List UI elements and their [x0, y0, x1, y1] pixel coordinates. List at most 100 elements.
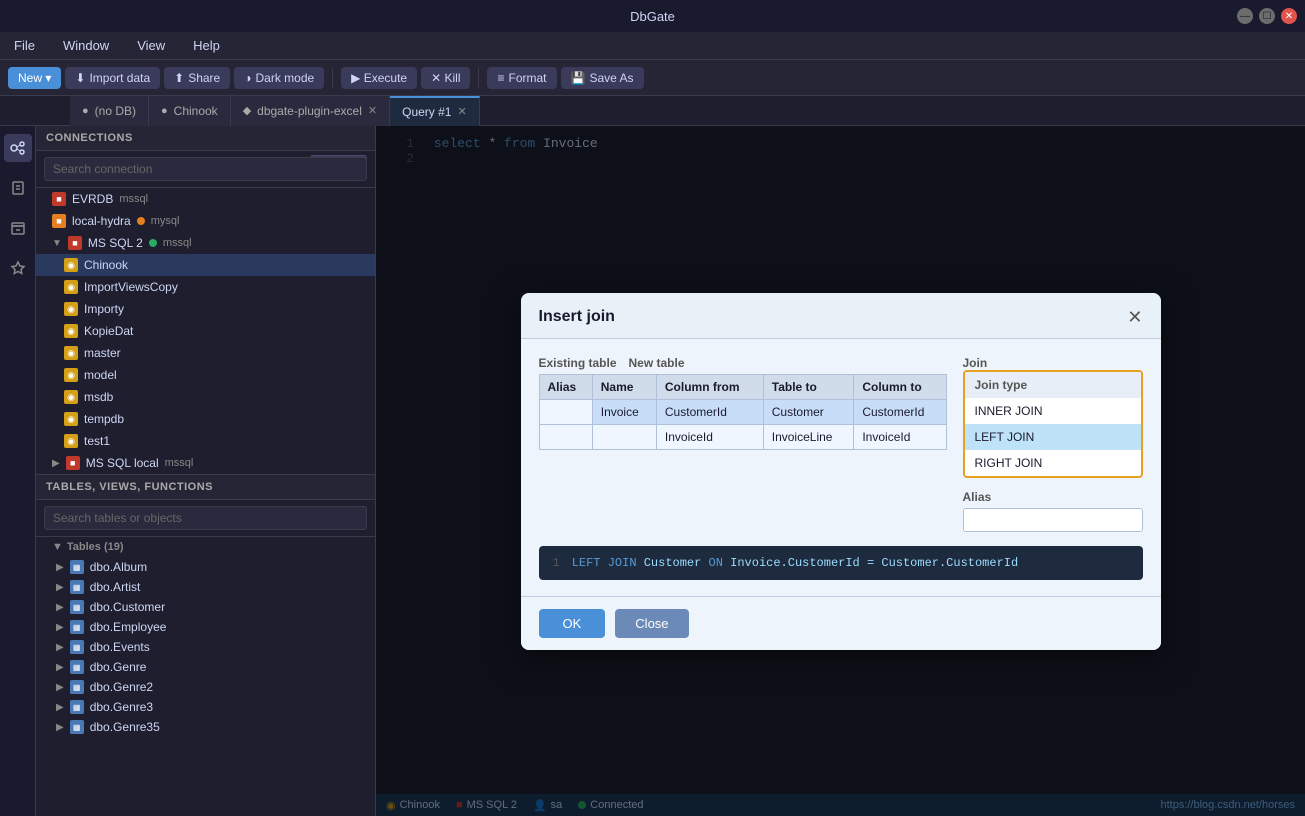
sidebar-icons [0, 126, 36, 816]
conn-mssql-local[interactable]: ▶ ■ MS SQL local mssql [36, 452, 375, 474]
share-button[interactable]: ⬆ Share [164, 67, 230, 89]
db-test1[interactable]: ◉ test1 [36, 430, 375, 452]
favorites-icon[interactable] [4, 254, 32, 282]
menu-file[interactable]: File [8, 36, 41, 55]
darkmode-icon: ◑ [244, 71, 251, 85]
col-header-column-to: Column to [854, 374, 946, 399]
darkmode-button[interactable]: ◑ Dark mode [234, 67, 324, 89]
modal-footer: OK Close [521, 596, 1161, 650]
table-genre2-name: dbo.Genre2 [90, 680, 153, 694]
table-genre[interactable]: ▶ ▦ dbo.Genre [36, 657, 375, 677]
db-importviewscopy[interactable]: ◉ ImportViewsCopy [36, 276, 375, 298]
table-events[interactable]: ▶ ▦ dbo.Events [36, 637, 375, 657]
conn-localhydra[interactable]: ■ local-hydra mysql [36, 210, 375, 232]
tab-plugin-close[interactable]: ✕ [368, 104, 377, 117]
kill-button[interactable]: ✕ Kill [421, 67, 470, 89]
table-genre3-name: dbo.Genre3 [90, 700, 153, 714]
alias-input[interactable] [963, 508, 1143, 532]
conn-localhydra-warning [137, 217, 145, 225]
tab-chinook[interactable]: ● Chinook [149, 96, 231, 126]
join-type-left[interactable]: LEFT JOIN [965, 424, 1141, 450]
table-artist[interactable]: ▶ ▦ dbo.Artist [36, 577, 375, 597]
tables-section-header: TABLES, VIEWS, FUNCTIONS [36, 475, 375, 500]
conn-evrdb[interactable]: ■ EVRDB mssql [36, 188, 375, 210]
join-layout: Existing table New table Alias [539, 355, 1143, 532]
table-genre35-name: dbo.Genre35 [90, 720, 160, 734]
tab-plugin[interactable]: ◆ dbgate-plugin-excel ✕ [231, 96, 390, 126]
table-genre35[interactable]: ▶ ▦ dbo.Genre35 [36, 717, 375, 737]
db-chinook-name: Chinook [84, 258, 128, 272]
connections-icon[interactable] [4, 134, 32, 162]
table-expand-album: ▶ [56, 562, 64, 573]
tab-nodb-label: (no DB) [95, 104, 136, 118]
tables-expand-icon: ▼ [52, 541, 63, 553]
table-genre-icon: ▦ [70, 660, 84, 674]
ok-button[interactable]: OK [539, 609, 606, 638]
join-type-header: Join type [965, 372, 1141, 398]
db-kopiedat[interactable]: ◉ KopieDat [36, 320, 375, 342]
import-data-button[interactable]: ⬇ Import data [65, 67, 160, 89]
table-row: InvoiceId InvoiceLine InvoiceId [539, 424, 946, 449]
db-model-icon: ◉ [64, 368, 78, 382]
menu-help[interactable]: Help [187, 36, 226, 55]
conn-mssql2[interactable]: ▼ ■ MS SQL 2 mssql [36, 232, 375, 254]
tab-query1[interactable]: Query #1 ✕ [390, 96, 480, 126]
close-button[interactable]: ✕ [1281, 8, 1297, 24]
title-bar: DbGate — ☐ ✕ [0, 0, 1305, 32]
join-type-inner[interactable]: INNER JOIN [965, 398, 1141, 424]
tables-list: ▼ Tables (19) ▶ ▦ dbo.Album ▶ ▦ dbo.Arti… [36, 537, 375, 816]
main-layout: CONNECTIONS Refresh ■ EVRDB mssql ■ loca… [0, 126, 1305, 816]
table-customer[interactable]: ▶ ▦ dbo.Customer [36, 597, 375, 617]
menu-view[interactable]: View [131, 36, 171, 55]
tables-section: TABLES, VIEWS, FUNCTIONS ▼ Tables (19) ▶… [36, 474, 375, 816]
save-icon: 💾 [571, 71, 586, 85]
join-right-section: Join Join type INNER JOIN LEFT JOIN RIGH… [963, 355, 1143, 532]
table-employee-icon: ▦ [70, 620, 84, 634]
db-chinook-icon: ◉ [64, 258, 78, 272]
execute-button[interactable]: ▶ Execute [341, 67, 417, 89]
db-model[interactable]: ◉ model [36, 364, 375, 386]
table-album[interactable]: ▶ ▦ dbo.Album [36, 557, 375, 577]
new-button[interactable]: New ▾ [8, 67, 61, 89]
db-chinook[interactable]: ◉ Chinook [36, 254, 375, 276]
connections-search-input[interactable] [44, 157, 367, 181]
connections-list: ■ EVRDB mssql ■ local-hydra mysql ▼ ■ MS… [36, 188, 375, 474]
saveas-button[interactable]: 💾 Save As [561, 67, 644, 89]
db-test1-icon: ◉ [64, 434, 78, 448]
maximize-button[interactable]: ☐ [1259, 8, 1275, 24]
minimize-button[interactable]: — [1237, 8, 1253, 24]
table-genre2[interactable]: ▶ ▦ dbo.Genre2 [36, 677, 375, 697]
modal-close-button[interactable]: ✕ [1127, 307, 1142, 328]
table-expand-genre35: ▶ [56, 722, 64, 733]
existing-name: Invoice [592, 399, 656, 424]
close-modal-button[interactable]: Close [615, 609, 688, 638]
files-icon[interactable] [4, 174, 32, 202]
plugin-icon: ◆ [243, 104, 251, 117]
tab-nodb[interactable]: ● (no DB) [70, 96, 149, 126]
conn-mssql-local-icon: ■ [66, 456, 80, 470]
format-button[interactable]: ≡ Format [487, 67, 556, 89]
menu-bar: File Window View Help [0, 32, 1305, 60]
menu-window[interactable]: Window [57, 36, 115, 55]
conn-evrdb-icon: ■ [52, 192, 66, 206]
table-genre2-icon: ▦ [70, 680, 84, 694]
tab-query1-close[interactable]: ✕ [457, 105, 466, 118]
table-genre3[interactable]: ▶ ▦ dbo.Genre3 [36, 697, 375, 717]
db-importy[interactable]: ◉ Importy [36, 298, 375, 320]
connections-section-header: CONNECTIONS [36, 126, 375, 151]
db-msdb[interactable]: ◉ msdb [36, 386, 375, 408]
chinook-icon: ● [161, 105, 168, 117]
join-column-to-2: InvoiceId [854, 424, 946, 449]
join-type-right[interactable]: RIGHT JOIN [965, 450, 1141, 476]
table-events-name: dbo.Events [90, 640, 150, 654]
archive-icon[interactable] [4, 214, 32, 242]
table-employee[interactable]: ▶ ▦ dbo.Employee [36, 617, 375, 637]
db-importy-name: Importy [84, 302, 124, 316]
sql-left-keyword: LEFT JOIN [572, 556, 637, 570]
table-expand-genre3: ▶ [56, 702, 64, 713]
table-artist-icon: ▦ [70, 580, 84, 594]
db-tempdb[interactable]: ◉ tempdb [36, 408, 375, 430]
table-row: Invoice CustomerId Customer CustomerId [539, 399, 946, 424]
db-master[interactable]: ◉ master [36, 342, 375, 364]
tables-search-input[interactable] [44, 506, 367, 530]
